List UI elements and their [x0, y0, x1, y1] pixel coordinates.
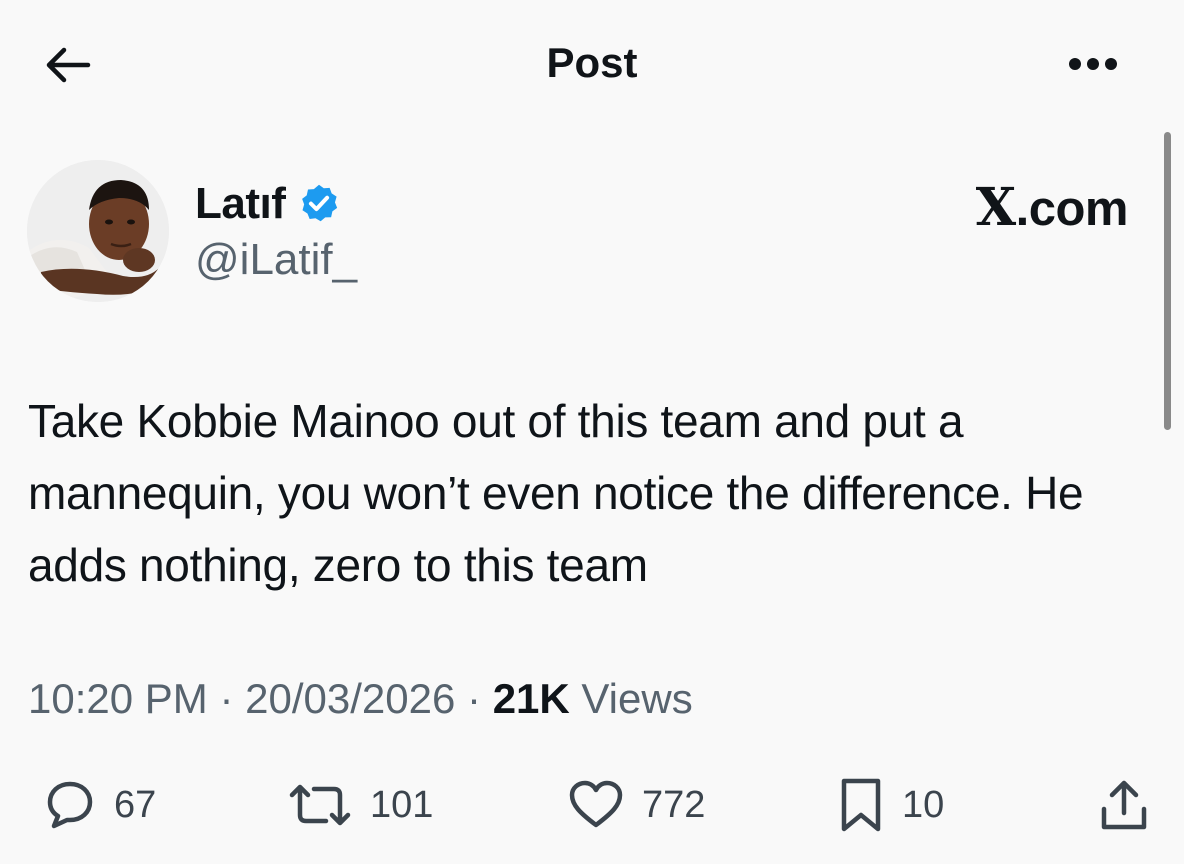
reply-count: 67: [114, 784, 157, 826]
post-meta: 10:20 PM · 20/03/2026 · 21K Views: [28, 673, 693, 725]
scrollbar[interactable]: [1164, 132, 1171, 430]
like-count: 772: [642, 784, 706, 826]
bookmark-button[interactable]: 10: [838, 770, 944, 840]
more-dot: [1087, 58, 1099, 70]
top-bar: Post: [0, 0, 1184, 128]
source-watermark: X .com: [975, 177, 1129, 238]
source-label: .com: [1015, 182, 1129, 236]
post-screen: Post Latıf @iLatif_ X .com Take Kobbie M…: [0, 0, 1184, 864]
page-title: Post: [546, 39, 638, 86]
more-dot: [1069, 58, 1081, 70]
post-text: Take Kobbie Mainoo out of this team and …: [28, 395, 1084, 591]
verified-badge-icon: [302, 184, 338, 222]
repost-count: 101: [370, 784, 434, 826]
action-bar: 67 101 772 10: [0, 770, 1184, 840]
author-display-name[interactable]: Latıf: [195, 178, 286, 230]
profile-photo-icon: [27, 160, 169, 302]
meta-separator: ·: [219, 675, 234, 722]
more-dot: [1105, 58, 1117, 70]
reply-bubble-icon: [47, 781, 93, 829]
more-options-button[interactable]: [1058, 46, 1128, 82]
post-date[interactable]: 20/03/2026: [245, 675, 455, 722]
like-button[interactable]: 772: [568, 770, 705, 840]
repost-icon: [289, 784, 351, 826]
meta-separator: ·: [467, 675, 482, 722]
heart-icon: [569, 780, 623, 828]
author-handle[interactable]: @iLatif_: [195, 234, 357, 286]
share-button[interactable]: [1096, 770, 1152, 840]
views-label: Views: [581, 675, 693, 722]
reply-button[interactable]: 67: [44, 770, 156, 840]
author-name-row[interactable]: Latıf: [195, 178, 341, 230]
bookmark-icon: [841, 778, 881, 832]
avatar[interactable]: [27, 160, 169, 302]
x-logo-icon: X: [975, 177, 1016, 238]
views-count[interactable]: 21K: [493, 675, 570, 722]
repost-button[interactable]: 101: [288, 770, 433, 840]
share-icon: [1101, 780, 1147, 830]
bookmark-count: 10: [902, 784, 945, 826]
post-time[interactable]: 10:20 PM: [28, 675, 208, 722]
